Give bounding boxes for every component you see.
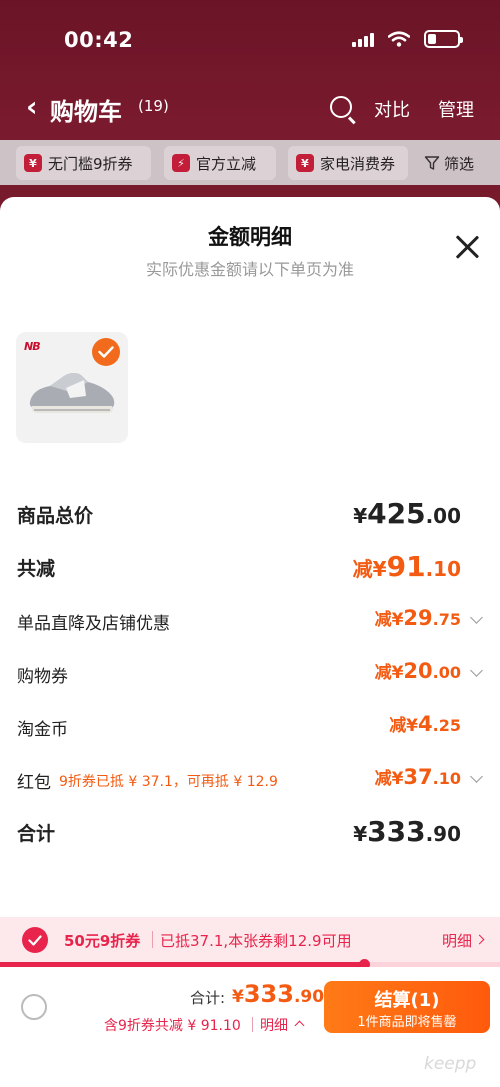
chevron-down-icon[interactable] <box>470 611 483 624</box>
chevron-right-icon[interactable] <box>474 934 485 945</box>
signal-icon <box>352 31 374 47</box>
footer-total-label: 合计: <box>190 989 226 1007</box>
row-sum: 合计 ¥333.90 <box>17 813 483 853</box>
red-packet-label: 红包 <box>17 773 51 793</box>
filter-icon <box>424 156 440 170</box>
status-bar: 00:42 <box>0 0 500 84</box>
chevron-down-icon[interactable] <box>470 770 483 783</box>
shopping-coupon-label: 购物券 <box>17 667 68 687</box>
lightning-icon: ⚡ <box>172 154 190 172</box>
sheet-subtitle: 实际优惠金额请以下单页为准 <box>145 260 354 279</box>
direct-discount-label: 单品直降及店铺优惠 <box>17 614 170 634</box>
coupon-icon: ¥ <box>24 154 42 172</box>
total-price-label: 商品总价 <box>17 505 94 527</box>
compare-button[interactable]: 对比 <box>374 96 410 122</box>
sheet-title: 金额明细 <box>208 225 292 249</box>
sneaker-image <box>29 373 115 413</box>
red-packet-note: 9折券已抵 ¥ 37.1，可再抵 ¥ 12.9 <box>59 774 278 790</box>
direct-discount-amount: 减¥29.75 <box>374 606 461 630</box>
filter-chip-label: 家电消费券 <box>320 154 396 173</box>
chevron-left-icon[interactable]: ‹ <box>26 90 38 123</box>
sum-label: 合计 <box>17 823 56 845</box>
taojinbi-label: 淘金币 <box>17 720 68 740</box>
total-discount-amount: 减¥91.10 <box>352 550 461 583</box>
navigation-bar: ‹ 购物车 (19) 对比 管理 <box>0 84 500 132</box>
filter-button[interactable]: 筛选 <box>420 146 490 180</box>
brand-logo: NB <box>24 340 41 353</box>
red-packet-amount: 减¥37.10 <box>374 765 461 789</box>
status-time: 00:42 <box>64 28 134 52</box>
total-price-amount: ¥425.00 <box>353 497 461 530</box>
coupon-bar[interactable]: 50元9折券 已抵37.1,本张券剩12.9可用 明细 <box>0 917 500 963</box>
check-icon[interactable] <box>92 338 120 366</box>
search-icon[interactable] <box>330 96 352 118</box>
total-discount-label: 共减 <box>17 558 56 580</box>
divider <box>152 931 153 948</box>
coupon-icon: ¥ <box>296 154 314 172</box>
row-red-packet[interactable]: 红包 9折券已抵 ¥ 37.1，可再抵 ¥ 12.9 减¥37.10 <box>17 762 483 802</box>
product-thumbnail[interactable]: NB <box>16 332 128 443</box>
checkout-label: 结算(1) <box>374 990 440 1011</box>
coupon-description: 已抵37.1,本张券剩12.9可用 <box>160 932 352 950</box>
row-shopping-coupon[interactable]: 购物券 减¥20.00 <box>17 656 483 696</box>
divider <box>252 1017 253 1032</box>
filter-chip-appliance-coupon[interactable]: ¥ 家电消费券 <box>288 146 408 180</box>
manage-button[interactable]: 管理 <box>438 96 474 122</box>
wifi-icon <box>388 31 410 47</box>
coupon-detail-link[interactable]: 明细 <box>442 930 472 951</box>
row-total-discount: 共减 减¥91.10 <box>17 548 483 588</box>
close-icon[interactable] <box>454 234 480 260</box>
filter-bar: ¥ 无门槛9折券 ⚡ 官方立减 ¥ 家电消费券 筛选 <box>0 140 500 185</box>
check-icon[interactable] <box>22 927 48 953</box>
checkout-sublabel: 1件商品即将售罄 <box>357 1015 457 1030</box>
row-taojinbi: 淘金币 减¥4.25 <box>17 709 483 749</box>
coupon-name: 50元9折券 <box>64 932 141 950</box>
filter-button-label: 筛选 <box>444 154 475 173</box>
battery-icon <box>424 30 463 48</box>
filter-chip-official-discount[interactable]: ⚡ 官方立减 <box>164 146 276 180</box>
cart-count: (19) <box>138 97 169 115</box>
sum-amount: ¥333.90 <box>353 815 461 848</box>
taojinbi-amount: 减¥4.25 <box>389 712 461 736</box>
footer-total-amount: ¥333.90 <box>232 980 325 1008</box>
filter-chip-coupon[interactable]: ¥ 无门槛9折券 <box>16 146 151 180</box>
watermark: keepp <box>424 1054 477 1074</box>
row-total-price: 商品总价 ¥425.00 <box>17 495 483 535</box>
footer-saving-text: 含9折券共减 ¥ 91.10 <box>104 1018 241 1034</box>
row-direct-discount[interactable]: 单品直降及店铺优惠 减¥29.75 <box>17 603 483 643</box>
select-all-checkbox[interactable] <box>21 994 47 1020</box>
status-icons <box>352 30 463 48</box>
filter-chip-label: 无门槛9折券 <box>48 154 133 173</box>
checkout-button[interactable]: 结算(1) 1件商品即将售罄 <box>324 981 490 1033</box>
page-title: 购物车 <box>50 98 122 126</box>
chevron-up-icon[interactable] <box>294 1020 305 1031</box>
shopping-coupon-amount: 减¥20.00 <box>374 659 461 683</box>
chevron-down-icon[interactable] <box>470 664 483 677</box>
filter-chip-label: 官方立减 <box>196 154 257 173</box>
footer-detail-link[interactable]: 明细 <box>260 1015 288 1035</box>
